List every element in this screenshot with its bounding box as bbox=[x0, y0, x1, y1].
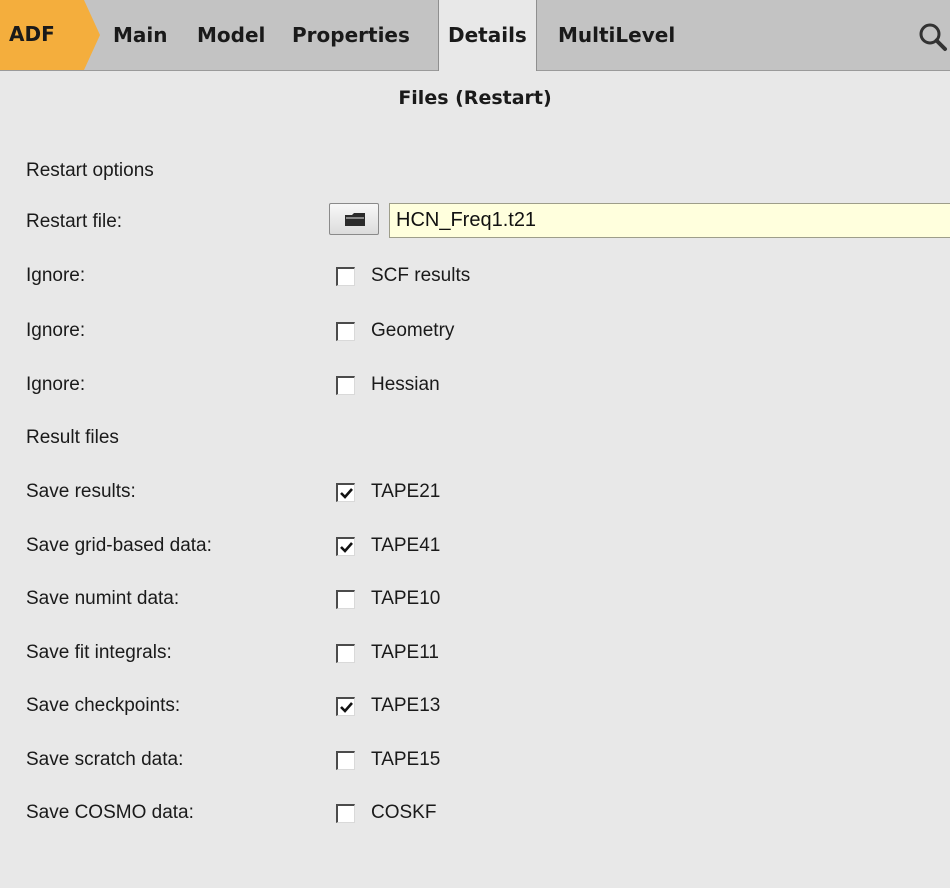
checkbox-box[interactable] bbox=[336, 322, 355, 341]
checkbox-box[interactable] bbox=[336, 697, 355, 716]
checkbox-box[interactable] bbox=[336, 804, 355, 823]
top-tab-bar: ADF Main Model Properties Details MultiL… bbox=[0, 0, 950, 71]
checkbox-label: TAPE21 bbox=[371, 481, 441, 502]
checkbox-label: TAPE13 bbox=[371, 695, 441, 716]
checkbox-box[interactable] bbox=[336, 644, 355, 663]
ignore-label: Ignore: bbox=[26, 265, 86, 286]
save-cosmo-data-label: Save COSMO data: bbox=[26, 802, 194, 823]
save-scratch-data-label: Save scratch data: bbox=[26, 749, 184, 770]
tab-properties[interactable]: Properties bbox=[292, 0, 410, 70]
restart-file-label: Restart file: bbox=[26, 211, 123, 232]
ignore-label: Ignore: bbox=[26, 320, 86, 341]
tab-model[interactable]: Model bbox=[197, 0, 265, 70]
adf-tab[interactable]: ADF bbox=[0, 0, 100, 70]
checkbox-label: TAPE41 bbox=[371, 535, 441, 556]
section-restart-options: Restart options bbox=[26, 160, 154, 181]
checkbox-box[interactable] bbox=[336, 590, 355, 609]
checkbox-label: COSKF bbox=[371, 802, 437, 823]
search-icon[interactable] bbox=[918, 22, 950, 52]
tab-main[interactable]: Main bbox=[113, 0, 168, 70]
save-checkpoints-label: Save checkpoints: bbox=[26, 695, 181, 716]
tab-multilevel[interactable]: MultiLevel bbox=[558, 0, 675, 70]
checkbox-label: TAPE11 bbox=[371, 642, 439, 663]
save-grid-based-data-label: Save grid-based data: bbox=[26, 535, 212, 556]
section-result-files: Result files bbox=[26, 427, 119, 448]
tab-details[interactable]: Details bbox=[438, 0, 537, 71]
ignore-label: Ignore: bbox=[26, 374, 86, 395]
checkbox-box[interactable] bbox=[336, 537, 355, 556]
checkmark-icon bbox=[340, 702, 353, 713]
panel-title: Files (Restart) bbox=[398, 87, 552, 109]
checkbox-box[interactable] bbox=[336, 483, 355, 502]
browse-folder-button[interactable] bbox=[329, 203, 379, 235]
checkbox-label: TAPE10 bbox=[371, 588, 441, 609]
checkbox-box[interactable] bbox=[336, 751, 355, 770]
save-results-label: Save results: bbox=[26, 481, 136, 502]
checkbox-label: Geometry bbox=[371, 320, 455, 341]
adf-tab-label: ADF bbox=[9, 22, 55, 46]
save-numint-data-label: Save numint data: bbox=[26, 588, 180, 609]
checkbox-box[interactable] bbox=[336, 376, 355, 395]
checkbox-box[interactable] bbox=[336, 267, 355, 286]
checkbox-label: Hessian bbox=[371, 374, 440, 395]
checkmark-icon bbox=[340, 542, 353, 553]
checkbox-label: TAPE15 bbox=[371, 749, 441, 770]
restart-file-input[interactable] bbox=[389, 203, 950, 238]
checkmark-icon bbox=[340, 488, 353, 499]
save-fit-integrals-label: Save fit integrals: bbox=[26, 642, 172, 663]
checkbox-label: SCF results bbox=[371, 265, 471, 286]
folder-icon bbox=[345, 213, 365, 226]
